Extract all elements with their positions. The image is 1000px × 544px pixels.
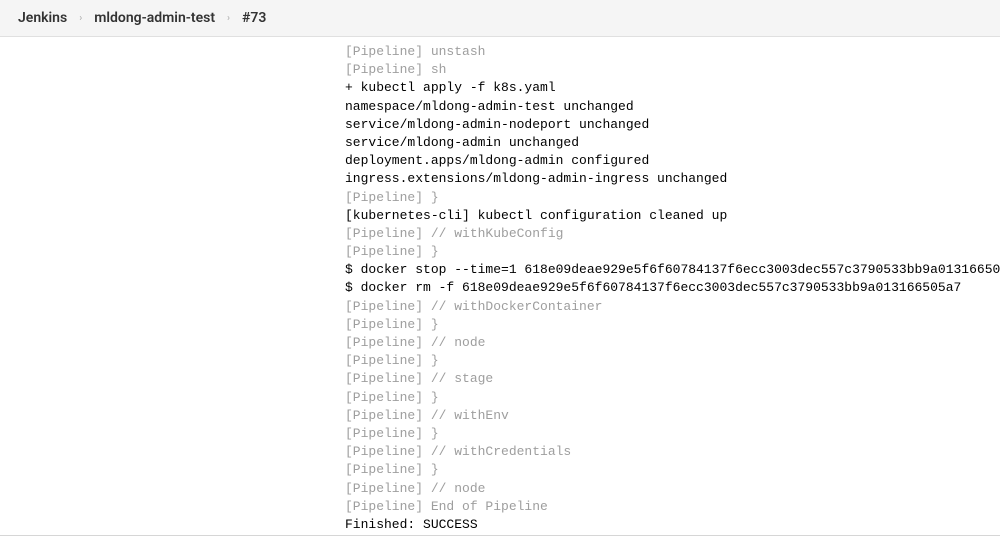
console-line: service/mldong-admin-nodeport unchanged bbox=[345, 116, 1000, 134]
console-line: [Pipeline] sh bbox=[345, 61, 1000, 79]
console-line: service/mldong-admin unchanged bbox=[345, 134, 1000, 152]
console-line: [Pipeline] } bbox=[345, 243, 1000, 261]
console-line: [Pipeline] } bbox=[345, 461, 1000, 479]
console-line: $ docker stop --time=1 618e09deae929e5f6… bbox=[345, 261, 1000, 279]
console-line: ingress.extensions/mldong-admin-ingress … bbox=[345, 170, 1000, 188]
console-line: [Pipeline] // withKubeConfig bbox=[345, 225, 1000, 243]
console-line: [Pipeline] // withEnv bbox=[345, 407, 1000, 425]
breadcrumb: Jenkins › mldong-admin-test › #73 bbox=[0, 0, 1000, 37]
breadcrumb-build[interactable]: #73 bbox=[242, 10, 266, 26]
breadcrumb-jenkins[interactable]: Jenkins bbox=[18, 10, 67, 26]
console-output: [Pipeline] unstash[Pipeline] sh+ kubectl… bbox=[0, 37, 1000, 544]
console-line: [Pipeline] // withCredentials bbox=[345, 443, 1000, 461]
console-line: deployment.apps/mldong-admin configured bbox=[345, 152, 1000, 170]
console-line: Finished: SUCCESS bbox=[345, 516, 1000, 534]
console-line: [Pipeline] } bbox=[345, 425, 1000, 443]
console-line: [Pipeline] // node bbox=[345, 334, 1000, 352]
console-line: + kubectl apply -f k8s.yaml bbox=[345, 79, 1000, 97]
console-line: [Pipeline] } bbox=[345, 316, 1000, 334]
chevron-right-icon: › bbox=[227, 13, 230, 24]
console-line: [Pipeline] // node bbox=[345, 480, 1000, 498]
console-line: [Pipeline] End of Pipeline bbox=[345, 498, 1000, 516]
console-line: namespace/mldong-admin-test unchanged bbox=[345, 98, 1000, 116]
console-line: [Pipeline] } bbox=[345, 352, 1000, 370]
console-line: [kubernetes-cli] kubectl configuration c… bbox=[345, 207, 1000, 225]
console-line: $ docker rm -f 618e09deae929e5f6f6078413… bbox=[345, 279, 1000, 297]
console-line: [Pipeline] // withDockerContainer bbox=[345, 298, 1000, 316]
breadcrumb-job[interactable]: mldong-admin-test bbox=[94, 10, 215, 26]
chevron-right-icon: › bbox=[79, 13, 82, 24]
console-line: [Pipeline] } bbox=[345, 389, 1000, 407]
console-line: [Pipeline] // stage bbox=[345, 370, 1000, 388]
console-line: [Pipeline] unstash bbox=[345, 43, 1000, 61]
console-line: [Pipeline] } bbox=[345, 189, 1000, 207]
